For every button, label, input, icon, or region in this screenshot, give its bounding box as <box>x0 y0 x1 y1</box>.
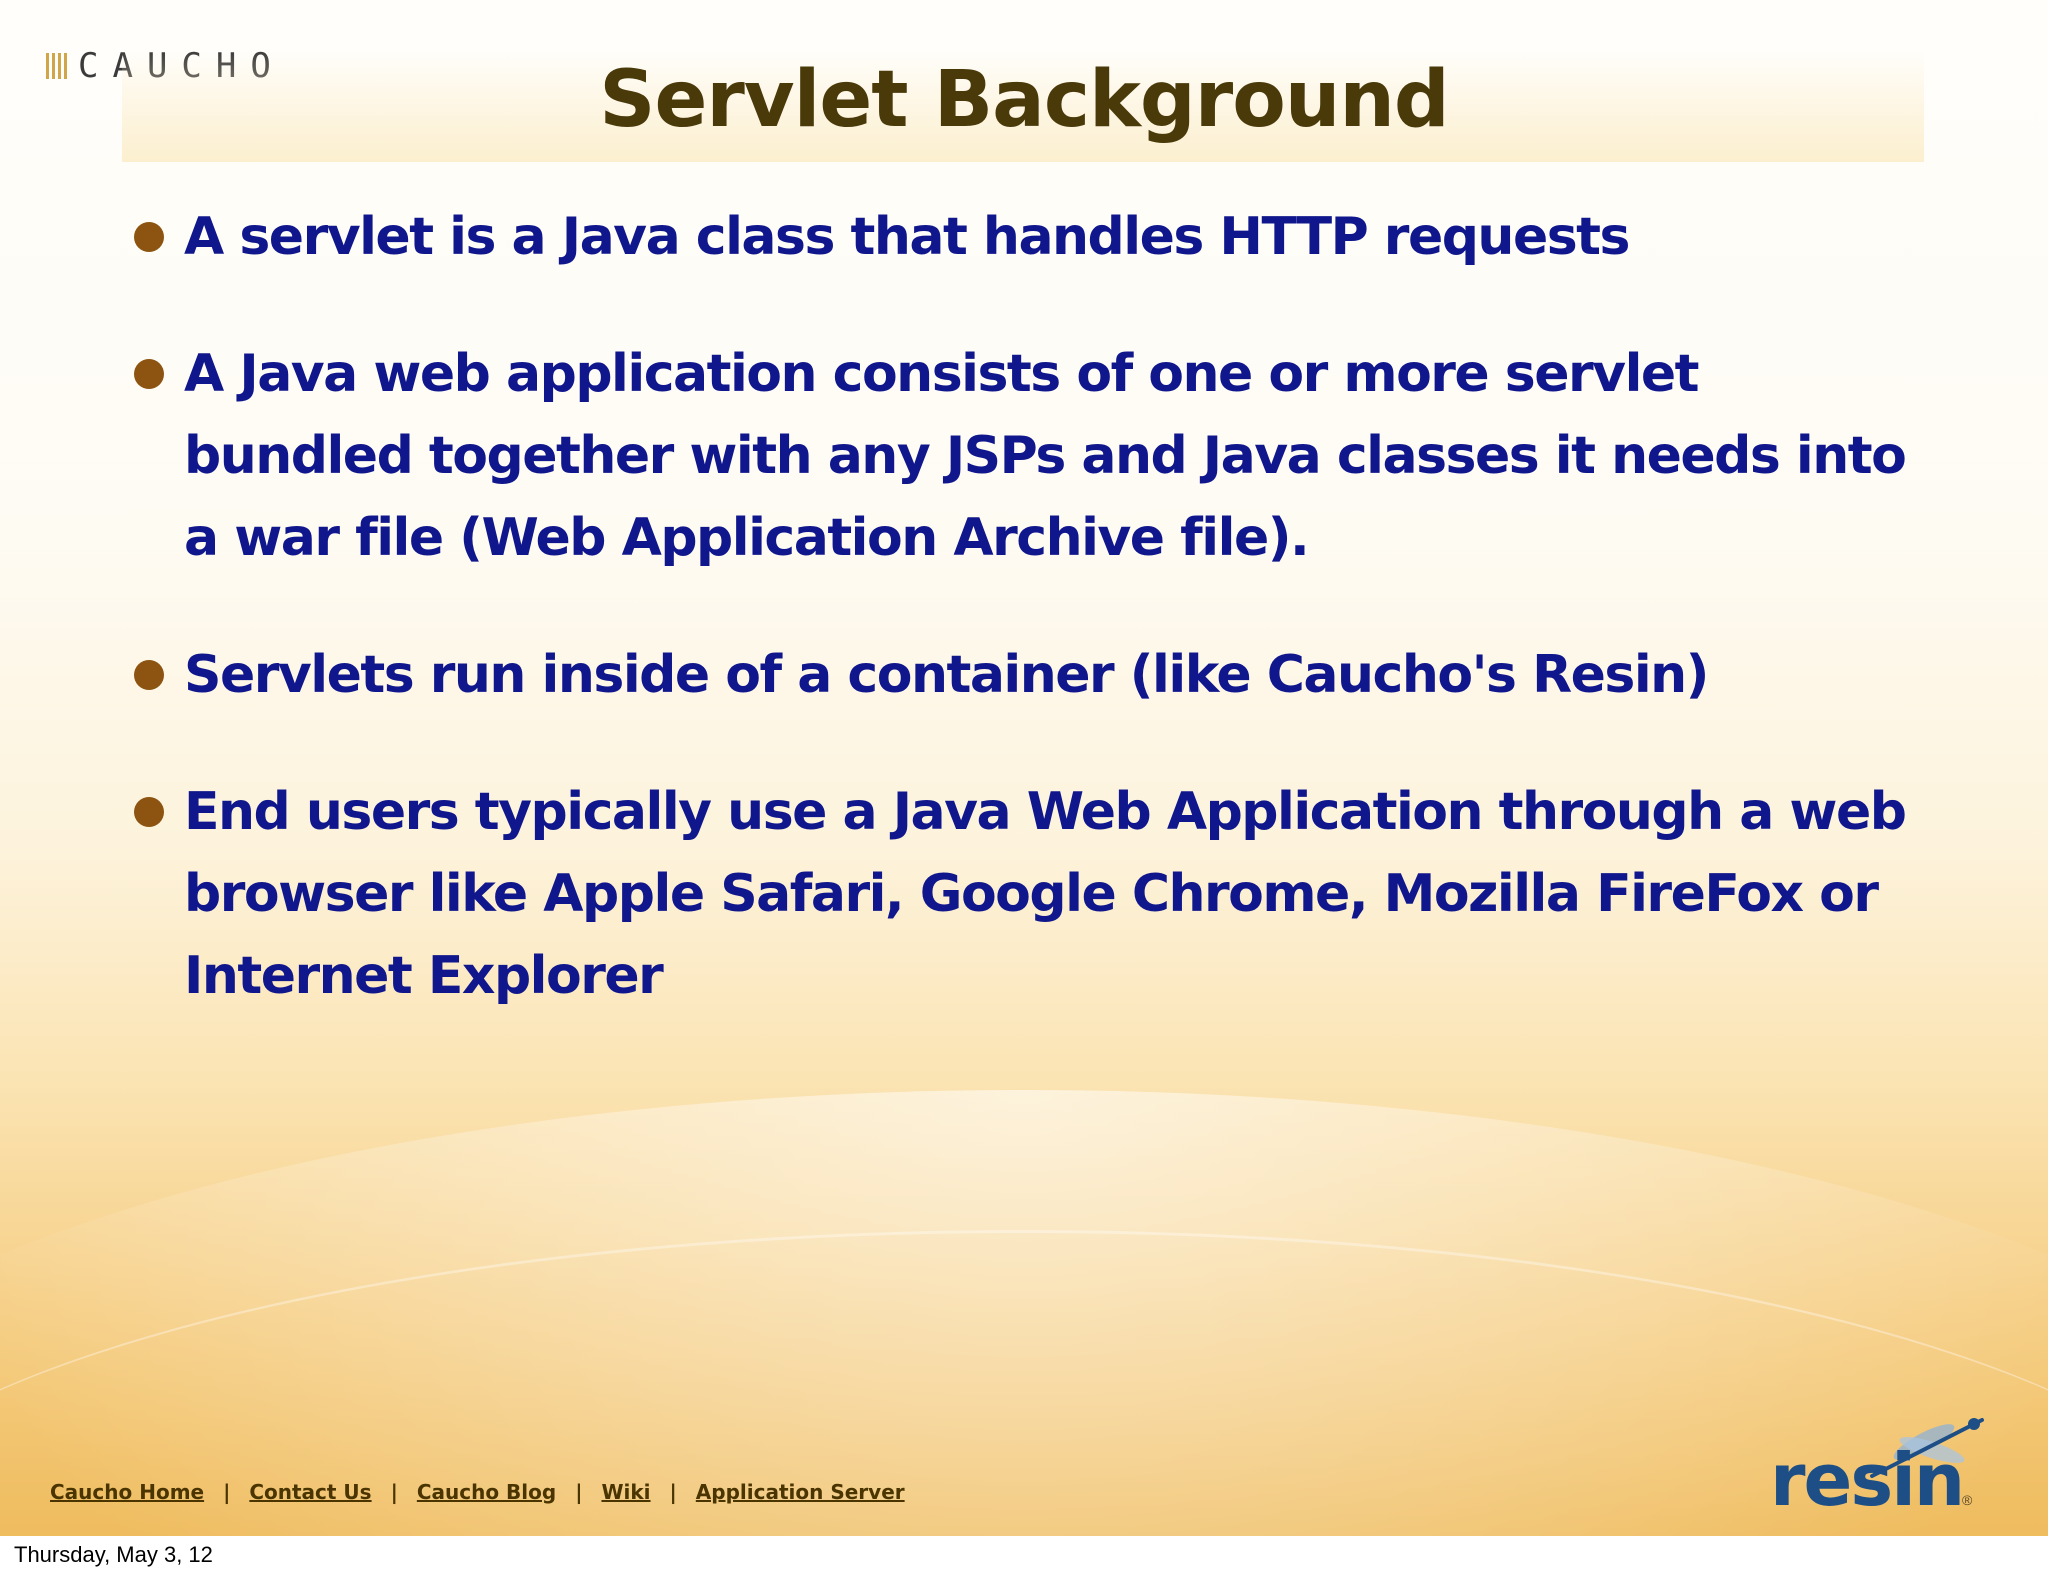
bullet-text: Servlets run inside of a container (like… <box>184 645 1709 705</box>
slide: CAUCHO Servlet Background A servlet is a… <box>0 0 2048 1536</box>
footer-link-wiki[interactable]: Wiki <box>601 1480 650 1504</box>
date-caption: Thursday, May 3, 12 <box>14 1542 213 1567</box>
bullet-item: End users typically use a Java Web Appli… <box>132 771 1932 1017</box>
footer-link-caucho-blog[interactable]: Caucho Blog <box>417 1480 556 1504</box>
footer-link-caucho-home[interactable]: Caucho Home <box>50 1480 204 1504</box>
resin-logo-text: resin <box>1770 1438 1965 1522</box>
slide-title: Servlet Background <box>599 55 1449 145</box>
bullet-dot-icon <box>134 797 164 827</box>
bullet-list: A servlet is a Java class that handles H… <box>132 196 1932 1072</box>
bullet-item: A Java web application consists of one o… <box>132 333 1932 579</box>
footer-separator: | <box>223 1480 231 1504</box>
registered-mark: ® <box>1962 1492 1973 1508</box>
bullet-text: A Java web application consists of one o… <box>184 344 1907 568</box>
footer-link-application-server[interactable]: Application Server <box>696 1480 905 1504</box>
bullet-dot-icon <box>134 222 164 252</box>
bullet-text: End users typically use a Java Web Appli… <box>184 782 1907 1006</box>
bullet-item: A servlet is a Java class that handles H… <box>132 196 1932 278</box>
footer-separator: | <box>575 1480 583 1504</box>
bullet-dot-icon <box>134 359 164 389</box>
resin-logo: resin ® <box>1770 1410 1990 1520</box>
footer-link-contact-us[interactable]: Contact Us <box>249 1480 371 1504</box>
footer-links: Caucho Home | Contact Us | Caucho Blog |… <box>50 1480 905 1504</box>
footer-separator: | <box>669 1480 677 1504</box>
bullet-text: A servlet is a Java class that handles H… <box>184 207 1630 267</box>
footer-separator: | <box>390 1480 398 1504</box>
bullet-dot-icon <box>134 660 164 690</box>
dragonfly-icon <box>1870 1418 1984 1478</box>
bullet-item: Servlets run inside of a container (like… <box>132 634 1932 716</box>
